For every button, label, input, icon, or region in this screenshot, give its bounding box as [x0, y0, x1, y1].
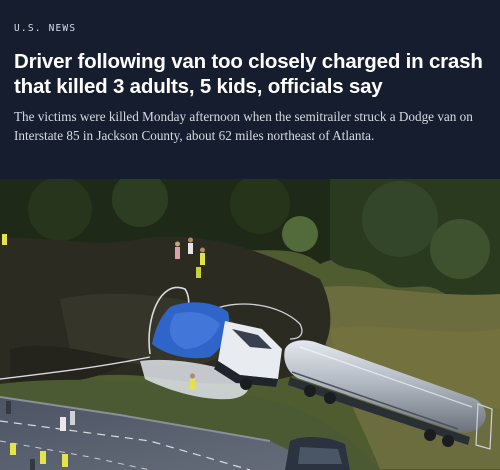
article-dek: The victims were killed Monday afternoon… [14, 109, 473, 143]
article-header: U.S. NEWS Driver following van too close… [0, 0, 500, 179]
article-headline[interactable]: Driver following van too closely charged… [14, 49, 486, 99]
article-photo[interactable] [0, 179, 500, 470]
section-label[interactable]: U.S. NEWS [14, 23, 486, 37]
crash-scene-image [0, 179, 500, 470]
